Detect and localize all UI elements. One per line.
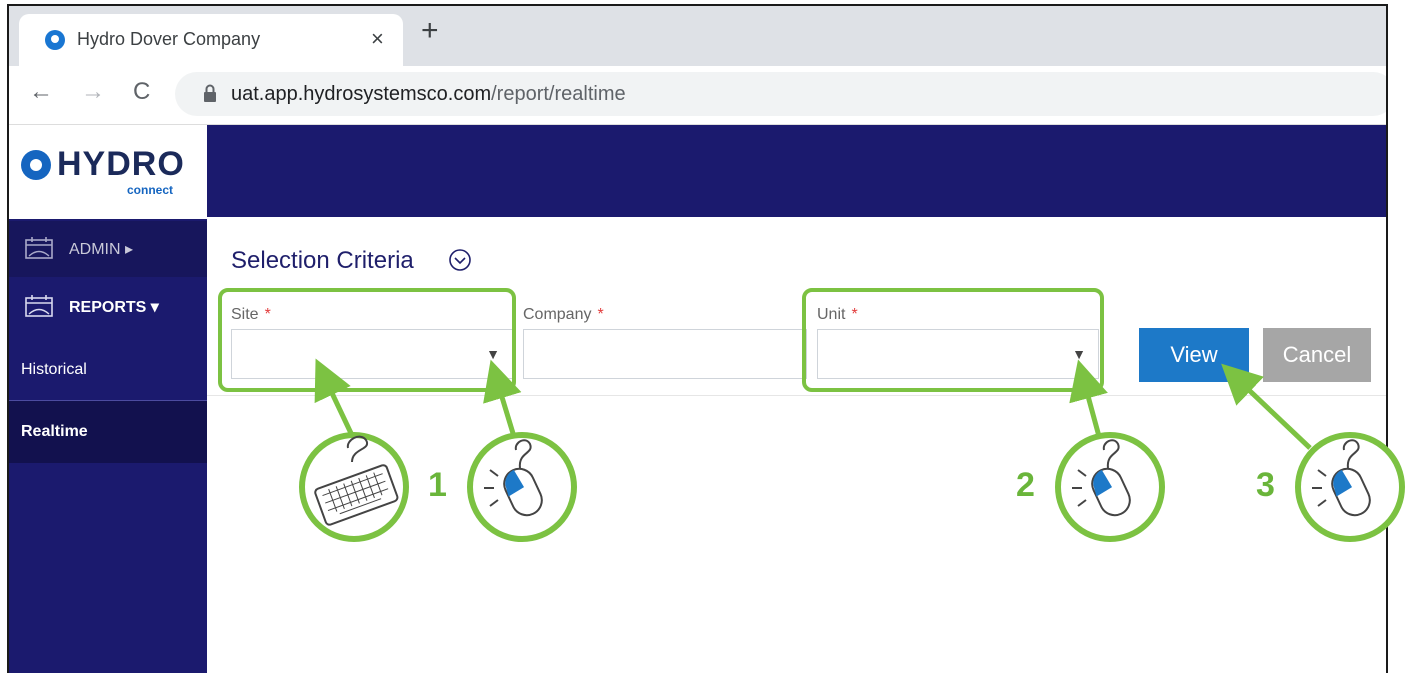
app-header (207, 125, 1386, 217)
site-highlight-box (218, 288, 516, 392)
url-host: uat.app.hydrosystemsco.com (231, 83, 492, 105)
main-content: Selection Criteria Site * ▼ Company * Unit… (207, 217, 1386, 673)
step-number-2: 2 (1016, 466, 1035, 504)
back-arrow-icon[interactable]: ← (29, 78, 53, 106)
divider (207, 395, 1386, 396)
sidebar-item-historical[interactable]: Historical (9, 341, 207, 399)
tab-close-icon[interactable]: × (371, 26, 384, 52)
logo[interactable]: HYDRO connect (9, 125, 207, 219)
tab-title: Hydro Dover Company (77, 29, 261, 49)
company-field[interactable] (523, 329, 807, 379)
browser-tab[interactable]: Hydro Dover Company × (19, 14, 403, 66)
tab-strip: Hydro Dover Company × + (9, 6, 1386, 66)
sidebar-item-reports[interactable]: REPORTS ▾ (9, 279, 207, 335)
url-text: uat.app.hydrosystemsco.com/report/realti… (231, 83, 626, 106)
view-button[interactable]: View (1139, 328, 1249, 382)
address-bar[interactable]: uat.app.hydrosystemsco.com/report/realti… (175, 72, 1386, 116)
logo-subtext: connect (127, 183, 174, 197)
sidebar-item-label: Historical (21, 361, 87, 378)
sidebar-item-admin[interactable]: ADMIN ▸ (9, 221, 207, 277)
company-label: Company * (523, 306, 604, 324)
calendar-icon (25, 295, 53, 317)
url-path: /report/realtime (491, 83, 626, 105)
step-number-1: 1 (428, 466, 447, 504)
chevron-down-circle-icon[interactable] (448, 248, 472, 272)
sidebar-item-label: REPORTS ▾ (69, 299, 159, 316)
unit-highlight-box (802, 288, 1104, 392)
sidebar-item-label: ADMIN ▸ (69, 241, 134, 258)
page-title: Selection Criteria (231, 247, 414, 274)
step-number-3: 3 (1256, 466, 1275, 504)
lock-icon (204, 84, 216, 102)
favicon-icon (45, 30, 65, 50)
cancel-button[interactable]: Cancel (1263, 328, 1371, 382)
forward-arrow-icon[interactable]: → (81, 78, 105, 106)
water-drop-icon (21, 150, 51, 180)
sidebar-item-label: Realtime (21, 423, 88, 440)
logo-text: HYDRO (57, 145, 185, 183)
calendar-icon (25, 237, 53, 259)
new-tab-icon[interactable]: + (421, 14, 439, 48)
required-marker: * (597, 306, 604, 323)
reload-icon[interactable]: C (133, 78, 150, 106)
company-label-text: Company (523, 306, 592, 323)
browser-toolbar: ← → C uat.app.hydrosystemsco.com/report/… (9, 66, 1386, 125)
sidebar: HYDRO connect ADMIN ▸ REPORTS ▾ Historic… (9, 125, 207, 673)
browser-window: Hydro Dover Company × + ← → C uat.app.hy… (7, 4, 1388, 673)
sidebar-item-realtime[interactable]: Realtime (9, 401, 207, 463)
